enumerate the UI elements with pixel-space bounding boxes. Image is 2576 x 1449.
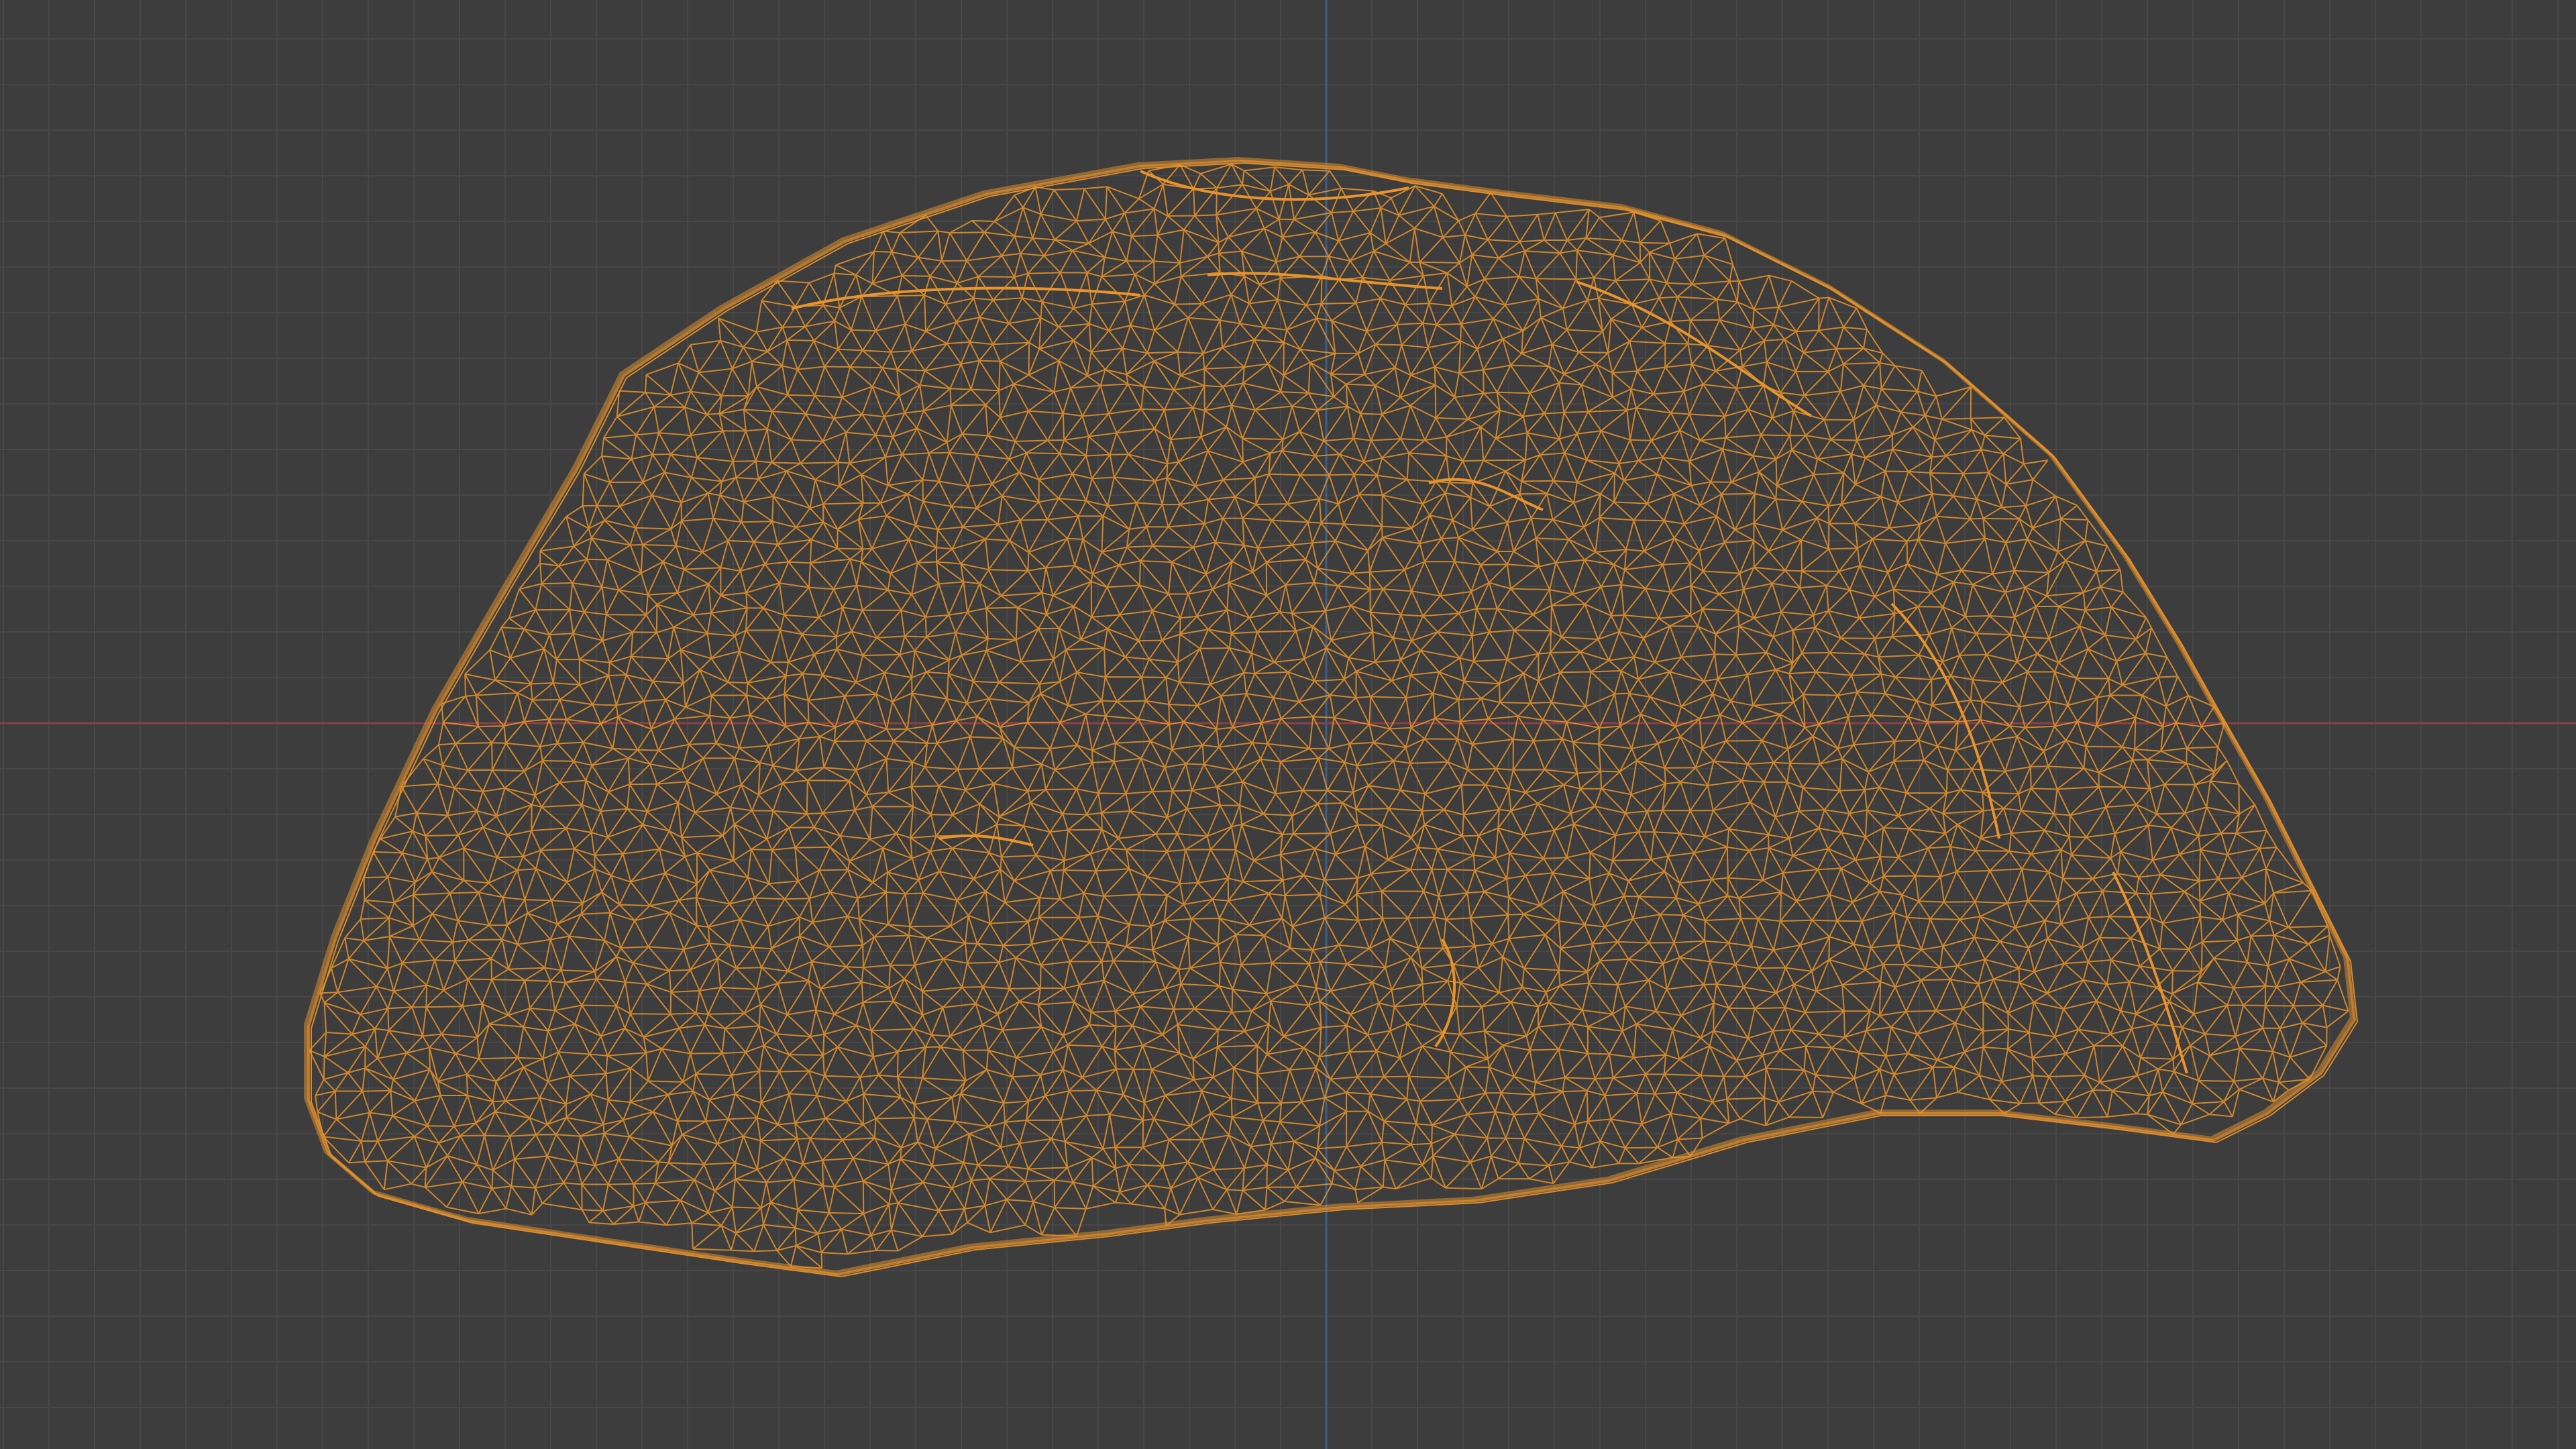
3d-viewport[interactable] [0,0,2576,1449]
viewport-canvas[interactable] [0,0,2576,1449]
